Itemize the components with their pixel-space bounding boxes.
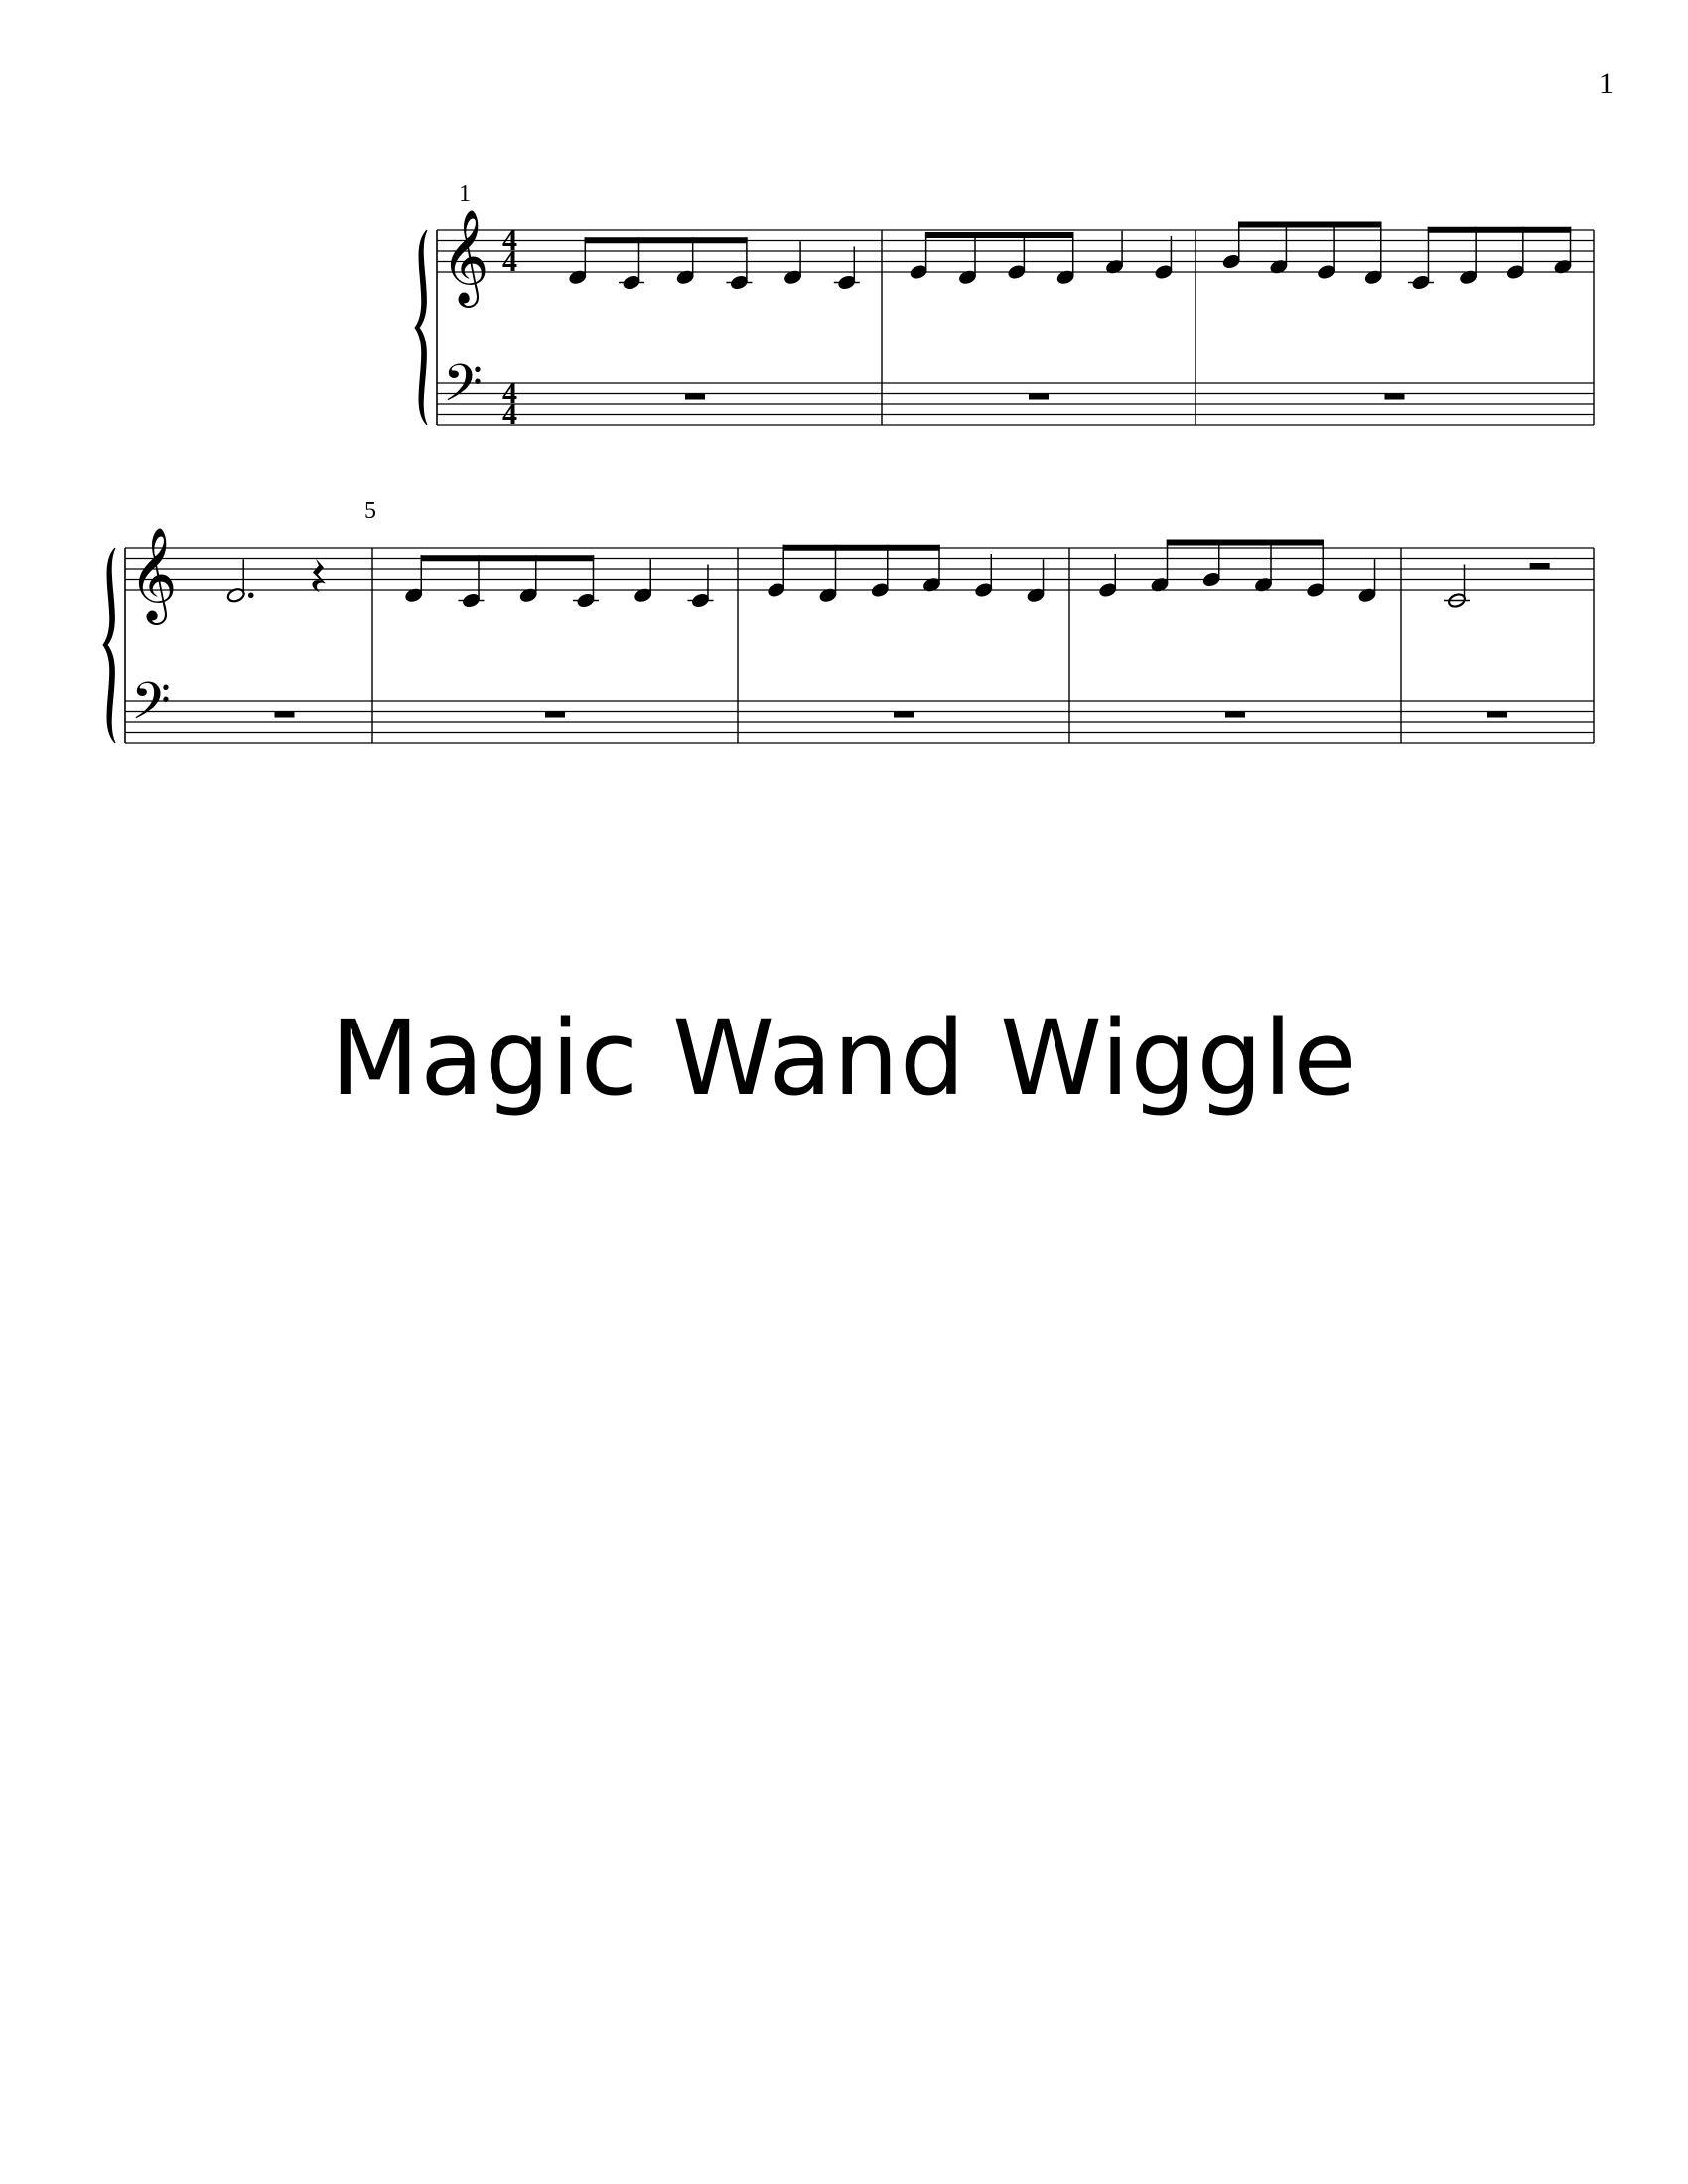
measure-number: 5 (364, 498, 376, 524)
whole-rest-icon (1225, 711, 1245, 718)
whole-rest-icon (1384, 393, 1405, 400)
whole-rest-icon (1487, 711, 1507, 718)
beam (584, 237, 748, 244)
bass-time-signature-bottom: 4 (502, 398, 517, 431)
bass-clef-icon: 𝄢 (131, 674, 171, 742)
beam (1427, 226, 1572, 233)
whole-rest-icon (685, 393, 705, 400)
score: 𝄞𝄢44441𝄞𝄢5 (102, 181, 1595, 744)
treble-time-signature-bottom: 4 (502, 245, 517, 278)
beam (420, 555, 595, 562)
quarter-rest-icon (312, 558, 326, 593)
beam (924, 232, 1074, 238)
sheet-music-page: 1 𝄞 𝄢 4 4 4 4 1 𝄞 𝄢 5 Magic Wand Wiggle (0, 0, 1688, 2184)
beam (1238, 221, 1382, 228)
whole-rest-icon (274, 711, 295, 718)
grand-staff-brace (414, 229, 428, 426)
beam (782, 544, 940, 551)
treble-clef-icon: 𝄞 (441, 210, 489, 308)
half-rest-icon (1529, 563, 1550, 569)
whole-rest-icon (545, 711, 565, 718)
beam (1166, 539, 1324, 546)
whole-rest-icon (1029, 393, 1049, 400)
bass-clef-icon: 𝄢 (443, 356, 483, 424)
song-title: Magic Wand Wiggle (330, 998, 1358, 1119)
treble-clef-icon: 𝄞 (129, 528, 177, 625)
dot (247, 592, 254, 599)
whole-rest-icon (894, 711, 914, 718)
measure-number: 1 (459, 181, 471, 206)
grand-staff-brace (102, 547, 116, 744)
